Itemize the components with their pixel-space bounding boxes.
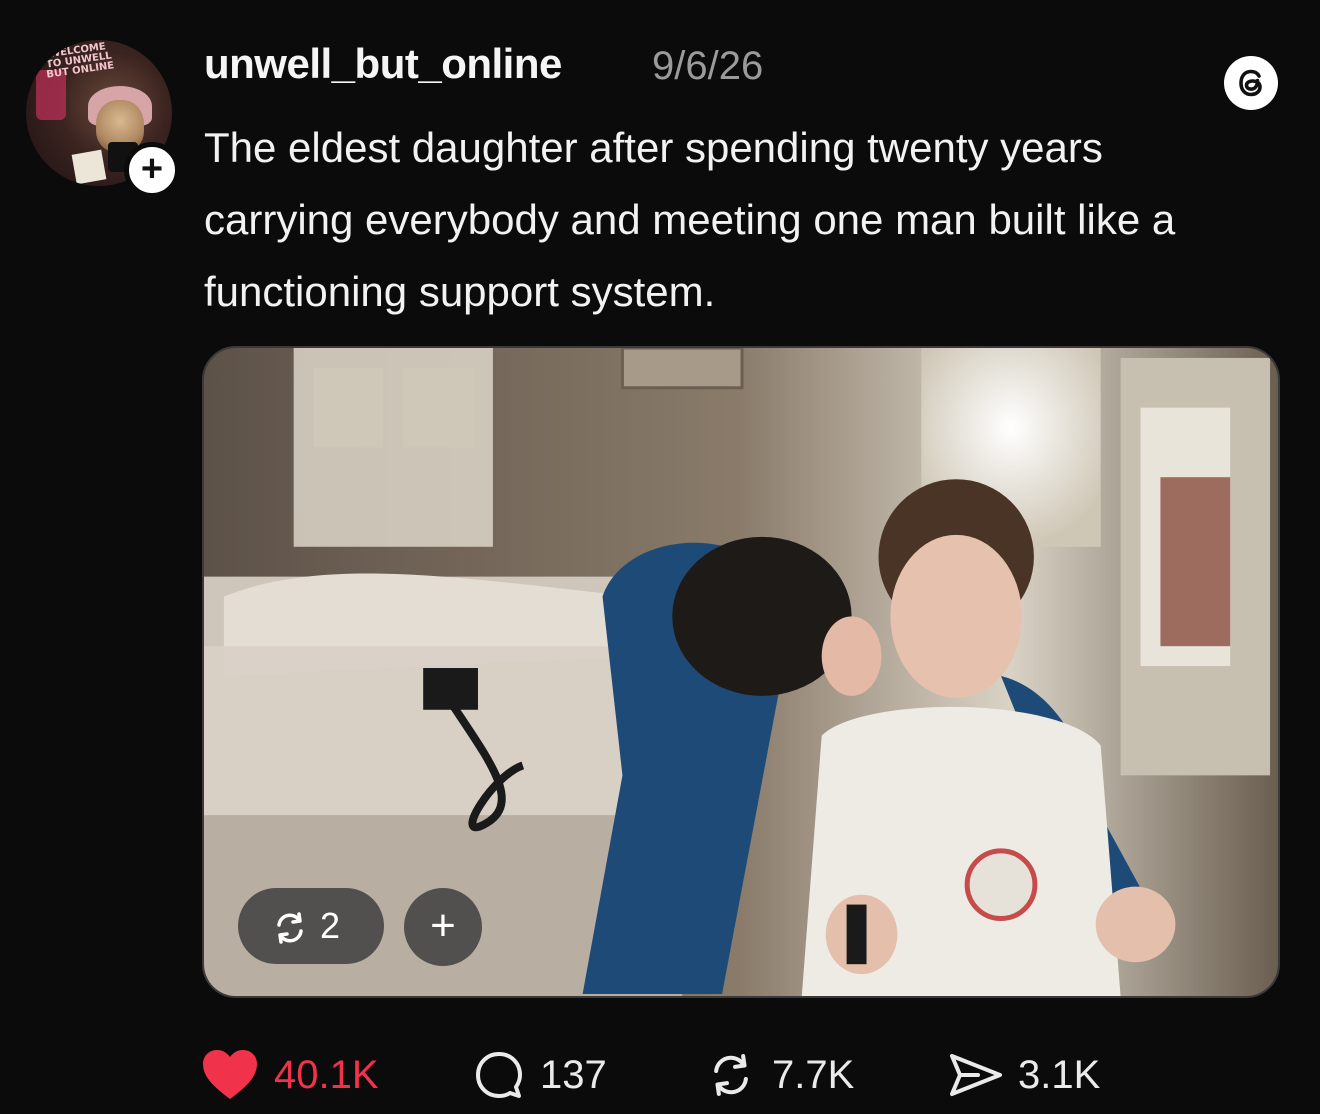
repost-action-count: 7.7K [772, 1052, 855, 1097]
repost-count: 2 [320, 905, 341, 946]
username[interactable]: unwell_but_online [204, 40, 562, 88]
threads-post: WELCOME TO UNWELL BUT ONLINE + unwell_bu… [0, 0, 1320, 1114]
threads-logo-icon[interactable] [1222, 54, 1280, 112]
repost-count-pill[interactable]: 2 [238, 888, 384, 964]
repost-icon [277, 912, 303, 945]
comment-count: 137 [540, 1052, 607, 1097]
post-image[interactable]: 2 + [202, 346, 1280, 998]
heart-icon [203, 1050, 257, 1099]
avatar-note [71, 149, 107, 185]
repost-button[interactable]: 7.7K [704, 1040, 854, 1110]
like-count: 40.1K [274, 1052, 379, 1097]
share-count: 3.1K [1018, 1052, 1101, 1097]
comment-button[interactable]: 137 [472, 1040, 607, 1110]
post-caption: The eldest daughter after spending twent… [204, 124, 1176, 315]
action-bar: 40.1K 137 7.7K 3.1K [200, 1040, 1300, 1110]
follow-plus-button[interactable]: + [124, 142, 180, 198]
send-icon [950, 1054, 1002, 1096]
avatar-sign-text: WELCOME TO UNWELL BUT ONLINE [45, 41, 115, 81]
like-button[interactable]: 40.1K [200, 1040, 379, 1110]
add-media-button[interactable]: + [404, 888, 482, 966]
share-button[interactable]: 3.1K [948, 1040, 1100, 1110]
repost-icon [714, 1054, 748, 1096]
post-timestamp: 9/6/26 [652, 44, 764, 88]
comment-icon [476, 1052, 522, 1098]
